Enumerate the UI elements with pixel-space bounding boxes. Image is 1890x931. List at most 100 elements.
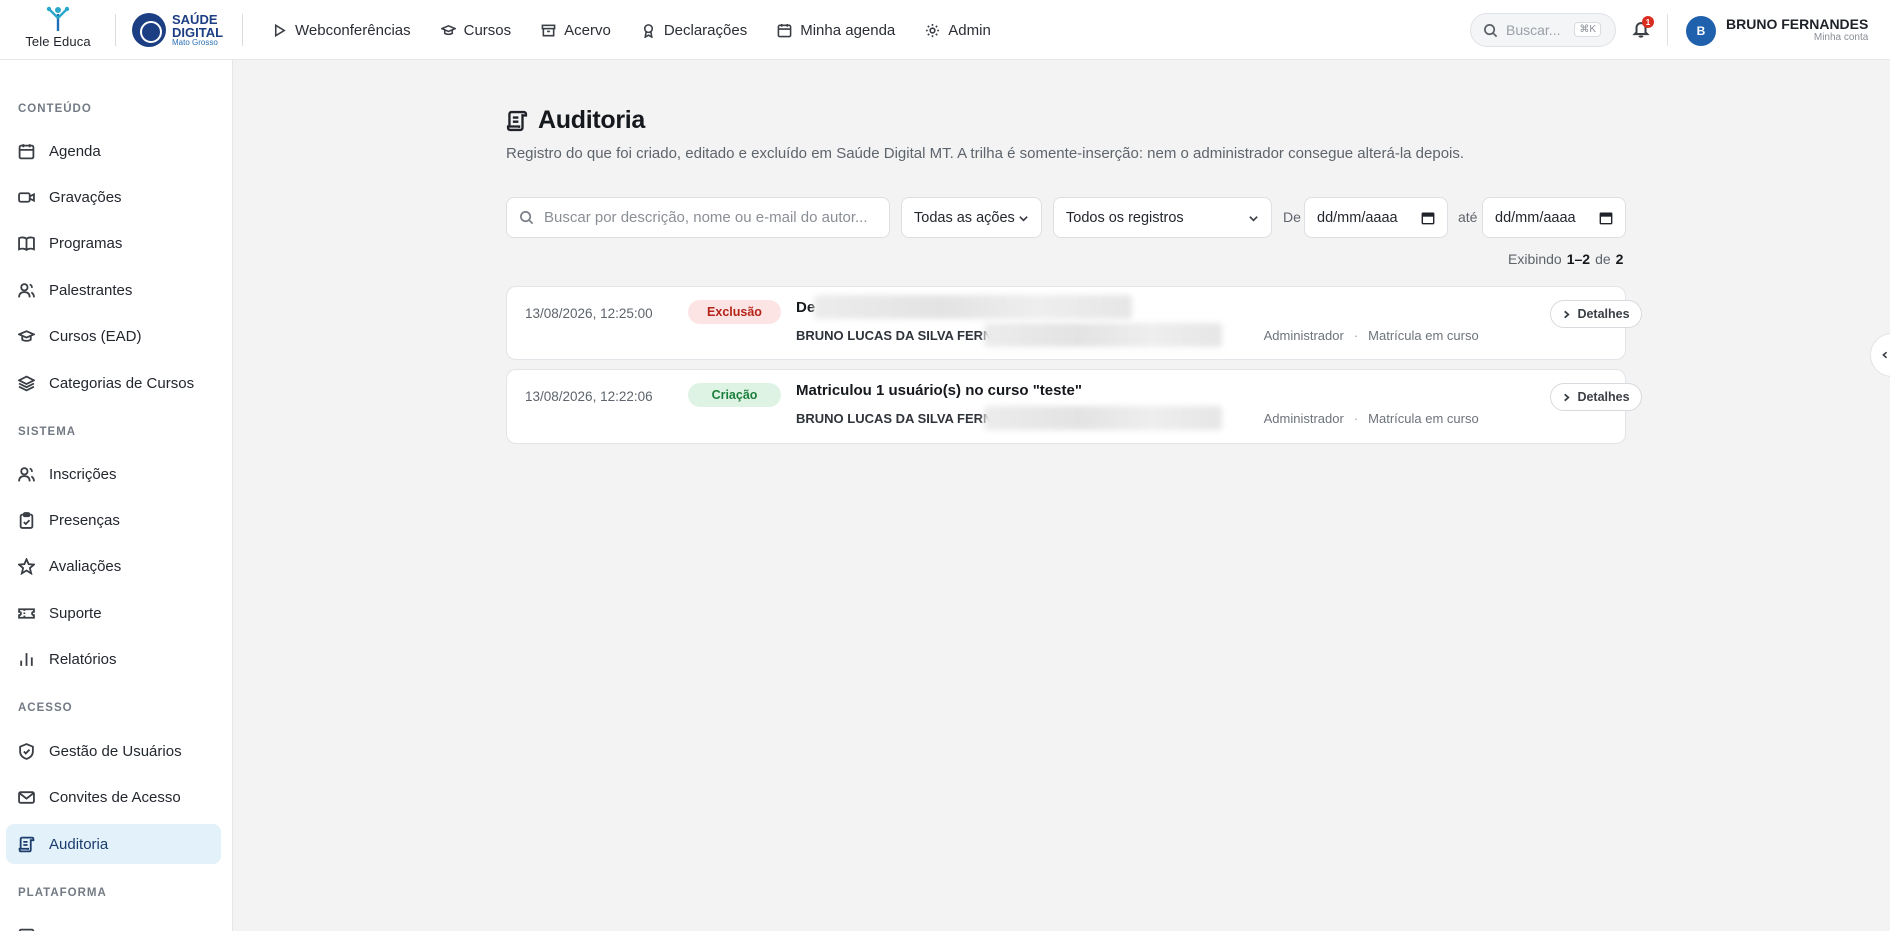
user-account-link: Minha conta — [1813, 32, 1869, 44]
nav-minha-agenda[interactable]: Minha agenda — [777, 22, 895, 39]
page-title: Auditoria — [538, 106, 646, 134]
sidebar-item-gravacoes[interactable]: Gravações — [6, 177, 221, 217]
audit-search[interactable] — [506, 197, 890, 238]
search-icon — [1484, 23, 1498, 37]
shortcut-badge: ⌘K — [1574, 22, 1601, 37]
search-icon — [520, 211, 534, 225]
sidebar-item-label: Palestrantes — [49, 281, 133, 299]
sidebar-item-avaliacoes[interactable]: Avaliações — [6, 546, 221, 586]
sidebar-item-label: Gravações — [49, 188, 122, 206]
sidebar-item-programas[interactable]: Programas — [6, 223, 221, 263]
sidebar-item-label: Avaliações — [49, 557, 122, 575]
bar-chart-icon — [20, 652, 33, 666]
play-icon — [274, 23, 286, 37]
sidebar-section-sistema: SISTEMA — [18, 426, 77, 438]
audit-timestamp: 13/08/2026, 12:22:06 — [525, 389, 653, 404]
nav-cursos[interactable]: Cursos — [440, 22, 511, 39]
redacted-text — [984, 406, 1222, 430]
results-prefix: Exibindo — [1508, 251, 1562, 267]
logo-icon — [46, 6, 70, 31]
global-search[interactable]: Buscar... ⌘K — [1470, 13, 1616, 47]
chevron-right-icon — [1564, 393, 1571, 401]
date-from-label: De — [1283, 209, 1301, 225]
audit-timestamp: 13/08/2026, 12:25:00 — [525, 306, 653, 321]
sidebar-item-cursos-ead[interactable]: Cursos (EAD) — [6, 316, 221, 356]
gear-icon — [926, 23, 940, 37]
main-nav: Webconferências Cursos Acervo Declaraçõe… — [272, 0, 991, 60]
ticket-icon — [18, 607, 35, 619]
date-to-input[interactable]: dd/mm/aaaa — [1482, 197, 1626, 238]
details-button[interactable]: Detalhes — [1550, 383, 1642, 411]
sidebar-item-categorias[interactable]: Categorias de Cursos — [6, 363, 221, 403]
date-to-value: dd/mm/aaaa — [1495, 209, 1576, 226]
sidebar-item-palestrantes[interactable]: Palestrantes — [6, 270, 221, 310]
action-filter-value: Todas as ações — [914, 209, 1015, 226]
award-icon — [643, 23, 653, 38]
sidebar-item-label: Auditoria — [49, 835, 109, 853]
avatar[interactable]: B — [1686, 16, 1716, 46]
sidebar-item-presencas[interactable]: Presenças — [6, 500, 221, 540]
details-button[interactable]: Detalhes — [1550, 300, 1642, 328]
audit-description: Matriculou 1 usuário(s) no curso "teste" — [796, 382, 1082, 399]
sidebar-item-label: Convites de Acesso — [49, 788, 181, 806]
partner-line3: Mato Grosso — [172, 38, 218, 47]
audit-search-input[interactable] — [544, 209, 874, 226]
user-menu[interactable]: BRUNO FERNANDES Minha conta — [1726, 16, 1869, 44]
nav-declaracoes[interactable]: Declarações — [641, 22, 747, 39]
sidebar-item-agenda[interactable]: Agenda — [6, 131, 221, 171]
date-to-label: até — [1458, 209, 1478, 225]
graduation-cap-icon — [440, 24, 456, 35]
date-from-value: dd/mm/aaaa — [1317, 209, 1398, 226]
sidebar-section-acesso: ACESSO — [18, 702, 73, 714]
nav-admin[interactable]: Admin — [925, 22, 991, 39]
sidebar-item-relatorios[interactable]: Relatórios — [6, 639, 221, 679]
sidebar-item-label: Gestão de Usuários — [49, 742, 182, 760]
records-filter-select[interactable]: Todos os registros — [1053, 197, 1272, 238]
audit-row[interactable]: 13/08/2026, 12:25:00 Exclusão De BRUNO L… — [506, 286, 1642, 360]
layers-icon — [18, 375, 35, 391]
nav-webconferencias[interactable]: Webconferências — [272, 22, 411, 39]
sidebar-item-gestao-usuarios[interactable]: Gestão de Usuários — [6, 731, 221, 771]
date-from-input[interactable]: dd/mm/aaaa — [1304, 197, 1448, 238]
action-badge: Criação — [688, 383, 781, 407]
page-subtitle: Registro do que foi criado, editado e ex… — [506, 145, 1465, 162]
users-icon — [18, 466, 35, 481]
sidebar-item-label: Categorias de Cursos — [49, 374, 195, 392]
details-label: Detalhes — [1577, 390, 1630, 404]
notifications-button[interactable]: 1 — [1632, 16, 1654, 40]
user-name: BRUNO FERNANDES — [1726, 16, 1869, 32]
calendar-icon[interactable] — [1421, 211, 1435, 225]
details-label: Detalhes — [1577, 307, 1630, 321]
results-total: 2 — [1615, 251, 1624, 267]
sidebar-item-inscricoes[interactable]: Inscrições — [6, 454, 221, 494]
tele-educa-logo[interactable]: Tele Educa — [18, 6, 98, 54]
audit-entity: Matrícula em curso — [1368, 328, 1479, 343]
chevron-right-icon — [1564, 310, 1571, 318]
star-icon — [18, 557, 35, 575]
brand-text: Tele Educa — [25, 34, 91, 49]
sidebar-section-plataforma: PLATAFORMA — [18, 887, 107, 899]
sidebar-item-auditoria[interactable]: Auditoria — [6, 824, 221, 864]
divider — [1667, 14, 1668, 46]
book-icon — [18, 236, 35, 251]
nav-acervo[interactable]: Acervo — [541, 22, 611, 39]
notification-count-badge: 1 — [1642, 16, 1654, 28]
partner-seal-icon — [132, 13, 166, 47]
audit-row[interactable]: 13/08/2026, 12:22:06 Criação Matriculou … — [506, 369, 1642, 444]
sidebar-item-label: Cursos (EAD) — [49, 327, 142, 345]
action-badge: Exclusão — [688, 300, 781, 324]
sidebar-item-plataforma-partial[interactable] — [6, 915, 221, 931]
sidebar-item-label: Inscrições — [49, 465, 117, 483]
sidebar-item-suporte[interactable]: Suporte — [6, 593, 221, 633]
sidebar: CONTEÚDO Agenda Gravações Programas Pale… — [0, 60, 233, 931]
action-filter-select[interactable]: Todas as ações — [901, 197, 1042, 238]
nav-label: Acervo — [564, 21, 611, 39]
sidebar-item-label: Suporte — [49, 604, 102, 622]
top-bar: Tele Educa SAÚDE DIGITAL Mato Grosso Web… — [0, 0, 1890, 60]
calendar-icon — [777, 23, 792, 37]
sidebar-item-convites[interactable]: Convites de Acesso — [6, 777, 221, 817]
audit-role: Administrador — [1263, 411, 1344, 426]
graduation-cap-icon — [18, 329, 35, 342]
calendar-icon[interactable] — [1599, 211, 1613, 225]
sidebar-item-label: Presenças — [49, 511, 120, 529]
